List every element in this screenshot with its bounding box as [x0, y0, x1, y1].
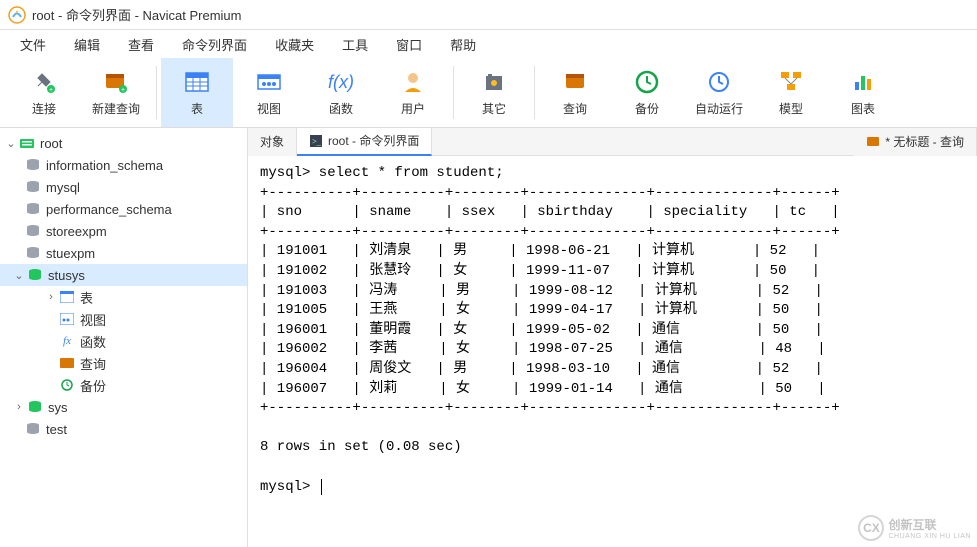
editor-tabs: 对象 >_ root - 命令列界面 * 无标题 - 查询 — [248, 128, 977, 156]
database-icon — [24, 180, 42, 194]
svg-text:f(x): f(x) — [328, 72, 354, 92]
tree-backups[interactable]: 备份 — [0, 374, 247, 396]
table-icon — [183, 68, 211, 96]
tree-db-storeexpm[interactable]: storeexpm — [0, 220, 247, 242]
backup-icon — [633, 68, 661, 96]
terminal-cursor — [321, 479, 322, 495]
toolbar-other[interactable]: 其它 — [458, 58, 530, 127]
chart-icon — [849, 68, 877, 96]
chevron-down-icon[interactable]: ⌄ — [4, 136, 18, 150]
tree-db-stuexpm[interactable]: stuexpm — [0, 242, 247, 264]
menu-bar: 文件 编辑 查看 命令列界面 收藏夹 工具 窗口 帮助 — [0, 30, 977, 58]
new-query-icon: + — [102, 68, 130, 96]
toolbar-new-query[interactable]: + 新建查询 — [80, 58, 152, 127]
svg-text:+: + — [121, 87, 125, 94]
menu-help[interactable]: 帮助 — [436, 31, 490, 58]
view-small-icon — [58, 312, 76, 326]
tree-db-mysql[interactable]: mysql — [0, 176, 247, 198]
tab-objects[interactable]: 对象 — [248, 128, 297, 156]
main-area: ⌄ root information_schema mysql performa… — [0, 128, 977, 547]
function-icon: f(x) — [327, 68, 355, 96]
toolbar-autorun[interactable]: 自动运行 — [683, 58, 755, 127]
other-icon — [480, 68, 508, 96]
toolbar-separator — [453, 66, 454, 119]
model-icon — [777, 68, 805, 96]
tree-tables[interactable]: › 表 — [0, 286, 247, 308]
tree-root-label: root — [40, 136, 62, 151]
menu-cmdline[interactable]: 命令列界面 — [168, 31, 261, 58]
autorun-icon — [705, 68, 733, 96]
connection-icon — [18, 136, 36, 150]
menu-file[interactable]: 文件 — [6, 31, 60, 58]
backup-small-icon — [58, 378, 76, 392]
toolbar-function[interactable]: f(x) 函数 — [305, 58, 377, 127]
toolbar-chart[interactable]: 图表 — [827, 58, 899, 127]
user-icon — [399, 68, 427, 96]
query-small-icon — [866, 135, 880, 149]
query-small-icon — [58, 356, 76, 370]
database-icon — [24, 422, 42, 436]
menu-view[interactable]: 查看 — [114, 31, 168, 58]
query-icon — [561, 68, 589, 96]
chevron-right-icon[interactable]: › — [12, 400, 26, 414]
content-panel: 对象 >_ root - 命令列界面 * 无标题 - 查询 mysql> sel… — [248, 128, 977, 547]
plug-icon: + — [30, 68, 58, 96]
toolbar-user[interactable]: 用户 — [377, 58, 449, 127]
view-icon — [255, 68, 283, 96]
title-bar: root - 命令列界面 - Navicat Premium — [0, 0, 977, 30]
toolbar-view[interactable]: 视图 — [233, 58, 305, 127]
table-small-icon — [58, 290, 76, 304]
tree-db-information-schema[interactable]: information_schema — [0, 154, 247, 176]
watermark-sub: CHUANG XIN HU LIAN — [888, 533, 971, 540]
window-title: root - 命令列界面 - Navicat Premium — [32, 5, 241, 24]
toolbar-query[interactable]: 查询 — [539, 58, 611, 127]
toolbar-connect[interactable]: + 连接 — [8, 58, 80, 127]
tree-db-sys[interactable]: › sys — [0, 396, 247, 418]
tree-db-test[interactable]: test — [0, 418, 247, 440]
mysql-terminal[interactable]: mysql> select * from student; +---------… — [248, 156, 977, 547]
database-icon — [24, 224, 42, 238]
tree-db-performance-schema[interactable]: performance_schema — [0, 198, 247, 220]
menu-fav[interactable]: 收藏夹 — [261, 31, 328, 58]
menu-window[interactable]: 窗口 — [382, 31, 436, 58]
watermark-brand: 创新互联 — [888, 516, 971, 533]
svg-text:+: + — [49, 87, 53, 94]
fx-small-icon: fx — [58, 334, 76, 348]
tree-functions[interactable]: fx 函数 — [0, 330, 247, 352]
toolbar-backup[interactable]: 备份 — [611, 58, 683, 127]
app-logo-icon — [8, 6, 26, 24]
tree-db-stusys[interactable]: ⌄ stusys — [0, 264, 247, 286]
watermark: CX 创新互联 CHUANG XIN HU LIAN — [858, 515, 971, 541]
menu-edit[interactable]: 编辑 — [60, 31, 114, 58]
database-icon — [24, 246, 42, 260]
toolbar-separator — [534, 66, 535, 119]
watermark-logo-icon: CX — [858, 515, 884, 541]
tree-connection-root[interactable]: ⌄ root — [0, 132, 247, 154]
toolbar: + 连接 + 新建查询 表 视图 f(x) 函数 用户 其它 查询 备份 自动运… — [0, 58, 977, 128]
chevron-right-icon[interactable]: › — [44, 290, 58, 304]
database-icon — [24, 158, 42, 172]
chevron-down-icon[interactable]: ⌄ — [12, 268, 26, 282]
tree-views[interactable]: 视图 — [0, 308, 247, 330]
database-active-icon — [26, 400, 44, 414]
tree-queries[interactable]: 查询 — [0, 352, 247, 374]
tab-cmdline[interactable]: >_ root - 命令列界面 — [297, 128, 432, 156]
toolbar-model[interactable]: 模型 — [755, 58, 827, 127]
database-active-icon — [26, 268, 44, 282]
svg-text:>_: >_ — [312, 137, 322, 146]
database-icon — [24, 202, 42, 216]
cmd-icon: >_ — [309, 134, 323, 148]
menu-tools[interactable]: 工具 — [328, 31, 382, 58]
connection-tree[interactable]: ⌄ root information_schema mysql performa… — [0, 128, 248, 547]
tab-untitled-query[interactable]: * 无标题 - 查询 — [854, 128, 977, 156]
toolbar-separator — [156, 66, 157, 119]
toolbar-table[interactable]: 表 — [161, 58, 233, 127]
